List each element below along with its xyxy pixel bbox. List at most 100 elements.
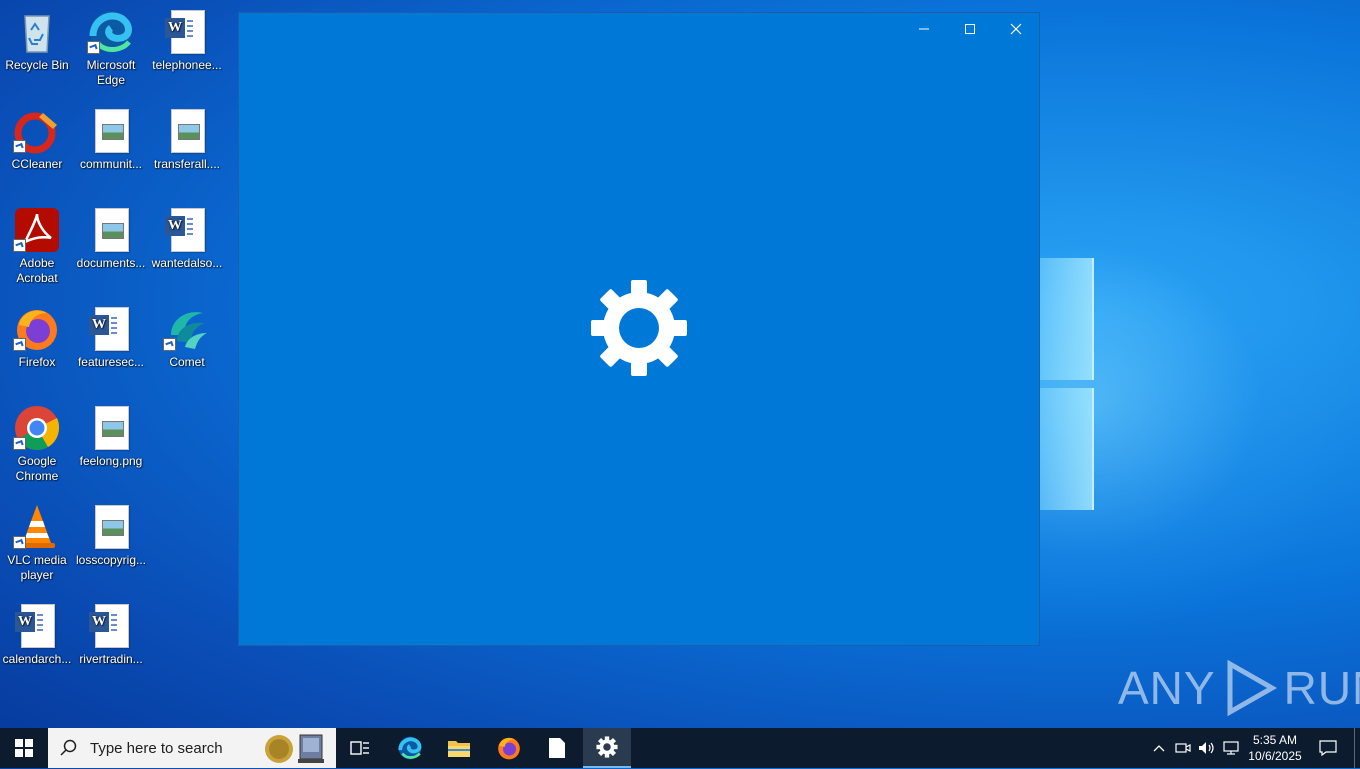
desktop-icon-label: feelong.png <box>79 454 143 468</box>
desktop-icon-calendarch[interactable]: W calendarch... <box>1 602 73 667</box>
comet-icon <box>163 305 211 353</box>
chrome-icon <box>13 404 61 452</box>
desktop-icon-comet[interactable]: Comet <box>151 305 223 370</box>
desktop-icon-communit[interactable]: communit... <box>75 107 147 172</box>
desktop-icon-label: VLC media player <box>7 553 67 582</box>
desktop-icon-label: losscopyrig... <box>75 553 147 567</box>
task-view-button[interactable] <box>336 728 384 768</box>
folder-icon <box>448 741 470 757</box>
taskbar: Type here to search 5:35 AM 10/6/2025 <box>0 728 1360 768</box>
tray-clock[interactable]: 5:35 AM 10/6/2025 <box>1244 728 1306 768</box>
search-icon <box>60 739 77 756</box>
image-file-icon <box>87 206 135 254</box>
desktop-icon-label: calendarch... <box>2 652 72 666</box>
desktop-icon-rivertradin[interactable]: W rivertradin... <box>75 602 147 667</box>
taskbar-file-explorer[interactable] <box>435 728 483 768</box>
gear-icon <box>589 278 689 378</box>
gear-icon <box>596 736 618 758</box>
clock-time: 5:35 AM <box>1252 733 1298 747</box>
firefox-icon <box>498 737 520 760</box>
search-highlight-icon <box>262 731 326 765</box>
tray-network[interactable] <box>1220 728 1242 768</box>
taskbar-settings[interactable] <box>583 728 631 768</box>
desktop-icon-ccleaner[interactable]: CCleaner <box>1 107 73 172</box>
anyrun-watermark: ANY RUN <box>1118 658 1360 718</box>
image-file-icon <box>87 404 135 452</box>
close-icon <box>1010 23 1022 35</box>
task-view-icon <box>350 741 369 755</box>
desktop-icon-label: documents... <box>76 256 146 270</box>
camera-icon <box>1175 743 1191 753</box>
windows-logo-wallpaper <box>1030 250 1100 520</box>
image-file-icon <box>87 107 135 155</box>
recycle-bin-icon <box>13 8 61 56</box>
word-doc-icon: W <box>87 305 135 353</box>
start-button[interactable] <box>0 728 48 768</box>
taskbar-search-box[interactable]: Type here to search <box>48 728 336 768</box>
desktop-icon-vlc[interactable]: VLC media player <box>1 503 73 583</box>
network-icon <box>1223 741 1239 755</box>
chevron-up-icon <box>1153 745 1165 752</box>
desktop-icon-label: featuresec... <box>77 355 145 369</box>
windows-start-icon <box>15 739 33 757</box>
desktop-icon-label: communit... <box>79 157 142 171</box>
taskbar-edge[interactable] <box>386 728 434 768</box>
vlc-icon <box>13 503 61 551</box>
minimize-icon <box>919 28 929 30</box>
desktop-icon-firefox[interactable]: Firefox <box>1 305 73 370</box>
word-doc-icon: W <box>163 206 211 254</box>
word-doc-icon: W <box>13 602 61 650</box>
desktop-icon-microsoft-edge[interactable]: Microsoft Edge <box>75 8 147 88</box>
close-button[interactable] <box>993 13 1039 45</box>
search-placeholder: Type here to search <box>90 739 223 757</box>
desktop-icon-label: Adobe Acrobat <box>16 256 58 285</box>
desktop-icon-label: CCleaner <box>11 157 63 171</box>
volume-icon <box>1199 742 1214 754</box>
taskbar-notepad[interactable] <box>533 728 581 768</box>
watermark-left: ANY <box>1118 662 1216 714</box>
desktop-icon-transferall[interactable]: transferall.... <box>151 107 223 172</box>
edge-icon <box>398 736 422 760</box>
desktop-icon-google-chrome[interactable]: Google Chrome <box>1 404 73 484</box>
clock-date: 10/6/2025 <box>1248 749 1302 763</box>
word-doc-icon: W <box>87 602 135 650</box>
tray-overflow-button[interactable] <box>1148 728 1170 768</box>
maximize-button[interactable] <box>947 13 993 45</box>
desktop-icon-adobe-acrobat[interactable]: Adobe Acrobat <box>1 206 73 286</box>
play-logo-icon <box>1227 659 1277 717</box>
blank-document-icon <box>549 738 565 758</box>
desktop-icon-documents[interactable]: documents... <box>75 206 147 271</box>
desktop-icon-telephonee[interactable]: W telephonee... <box>151 8 223 73</box>
desktop-icon-label: Firefox <box>18 355 56 369</box>
acrobat-icon <box>13 206 61 254</box>
word-doc-icon: W <box>163 8 211 56</box>
settings-window[interactable] <box>238 12 1040 646</box>
desktop-icon-label: wantedalso... <box>151 256 223 270</box>
edge-icon <box>87 8 135 56</box>
desktop-icon-label: telephonee... <box>152 58 222 72</box>
desktop-icon-featuresec[interactable]: W featuresec... <box>75 305 147 370</box>
ccleaner-icon <box>13 107 61 155</box>
notification-icon <box>1319 740 1337 756</box>
desktop-icon-label: Comet <box>169 355 205 369</box>
desktop-icon-label: Microsoft Edge <box>86 58 136 87</box>
desktop-icon-losscopyrig[interactable]: losscopyrig... <box>75 503 147 568</box>
minimize-button[interactable] <box>901 13 947 45</box>
desktop-icon-label: rivertradin... <box>79 652 143 666</box>
desktop-icon-recycle-bin[interactable]: Recycle Bin <box>1 8 73 73</box>
image-file-icon <box>87 503 135 551</box>
maximize-icon <box>965 24 975 34</box>
show-desktop-button[interactable] <box>1354 728 1360 768</box>
image-file-icon <box>163 107 211 155</box>
tray-meet-now[interactable] <box>1172 728 1194 768</box>
watermark-right: RUN <box>1283 662 1360 714</box>
taskbar-firefox[interactable] <box>485 728 533 768</box>
firefox-icon <box>13 305 61 353</box>
desktop-icon-label: transferall.... <box>153 157 221 171</box>
desktop-icon-wantedalso[interactable]: W wantedalso... <box>151 206 223 271</box>
action-center-button[interactable] <box>1310 728 1346 768</box>
desktop-icon-label: Recycle Bin <box>5 58 69 72</box>
desktop-icon-feelong[interactable]: feelong.png <box>75 404 147 469</box>
desktop-icon-label: Google Chrome <box>15 454 59 483</box>
tray-volume[interactable] <box>1196 728 1218 768</box>
